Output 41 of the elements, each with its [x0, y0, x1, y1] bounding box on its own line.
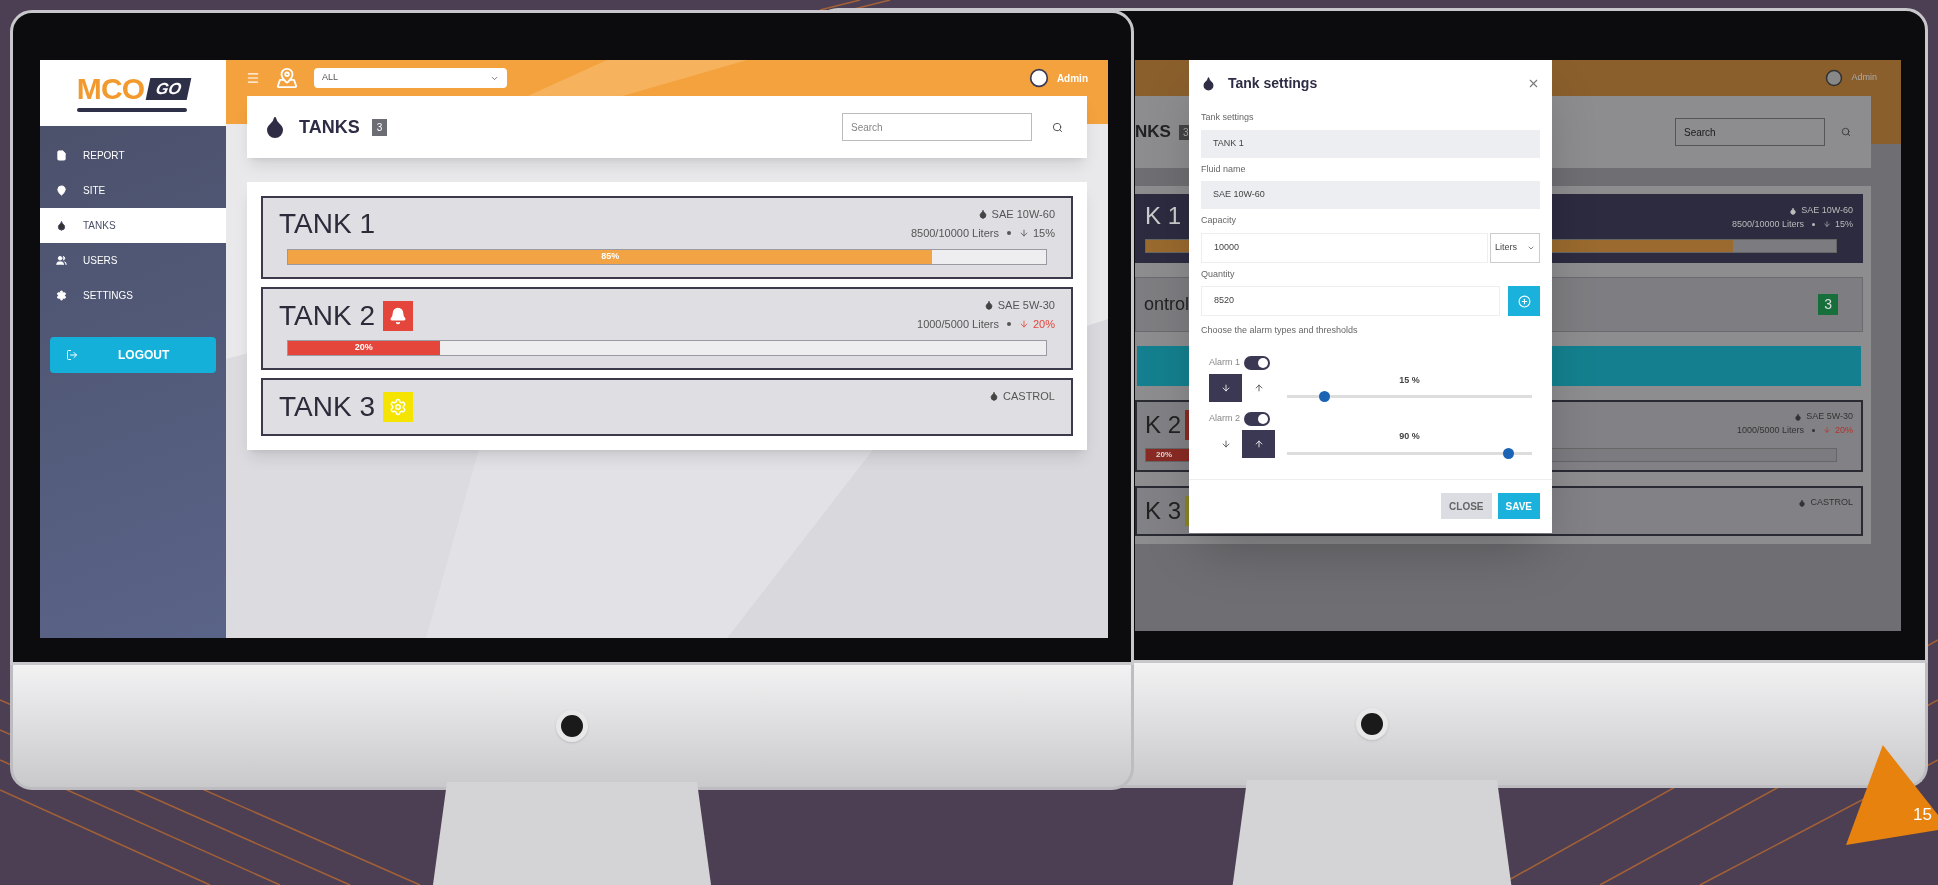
- fluid-name: SAE 10W-60: [1801, 204, 1853, 217]
- fluid-name: SAE 10W-60: [991, 207, 1055, 222]
- tank-name: K 3: [1145, 499, 1182, 523]
- count-badge: 3: [1818, 294, 1838, 315]
- volume-text: 1000/5000 Liters: [917, 316, 999, 332]
- tank-name: TANK 3: [279, 393, 375, 421]
- progress-label: 20%: [354, 341, 373, 355]
- field-label: Tank settings: [1201, 111, 1255, 124]
- change-text: 20%: [1032, 316, 1055, 332]
- fluid-name: SAE 5W-30: [1806, 410, 1853, 423]
- logo-badge: GO: [146, 78, 192, 100]
- tank-name: K 1: [1145, 204, 1182, 228]
- count-badge: 3: [371, 118, 388, 136]
- field-label: Capacity: [1201, 214, 1237, 227]
- change-text: 15%: [1032, 225, 1055, 241]
- field-label: Fluid name: [1201, 162, 1247, 176]
- volume-text: 1000/5000 Liters: [1736, 423, 1804, 437]
- dialog-title: Tank settings: [1228, 73, 1318, 93]
- change-text: 15%: [1835, 217, 1853, 231]
- alarm-label: Alarm 1: [1209, 355, 1240, 369]
- logo-text: MCO: [76, 74, 145, 104]
- group-name: ontrol: [1144, 293, 1190, 316]
- change-text: 20%: [1835, 423, 1853, 437]
- alarm-label: Alarm 2: [1209, 412, 1240, 426]
- page-title: TANKS: [299, 115, 360, 139]
- page-title: NKS: [1135, 121, 1171, 144]
- slider-reading: 15 %: [1399, 373, 1420, 387]
- fluid-name: SAE 5W-30: [997, 298, 1055, 313]
- fluid-name: CASTROL: [1810, 496, 1853, 509]
- volume-text: 8500/10000 Liters: [1731, 217, 1804, 231]
- readonly-field: TANK 1: [1201, 129, 1540, 158]
- tank-name: TANK 1: [279, 210, 375, 238]
- volume-text: 8500/10000 Liters: [910, 225, 999, 241]
- progress-label: 85%: [601, 250, 620, 264]
- slider-reading: 90 %: [1399, 430, 1420, 443]
- tank-name: K 2: [1145, 413, 1182, 437]
- tank-name: TANK 2: [279, 302, 375, 330]
- readonly-field: SAE 10W-60: [1201, 181, 1540, 209]
- fluid-name: CASTROL: [1003, 389, 1055, 404]
- page-number: 15: [1913, 804, 1932, 827]
- progress-label: 20%: [1156, 449, 1172, 461]
